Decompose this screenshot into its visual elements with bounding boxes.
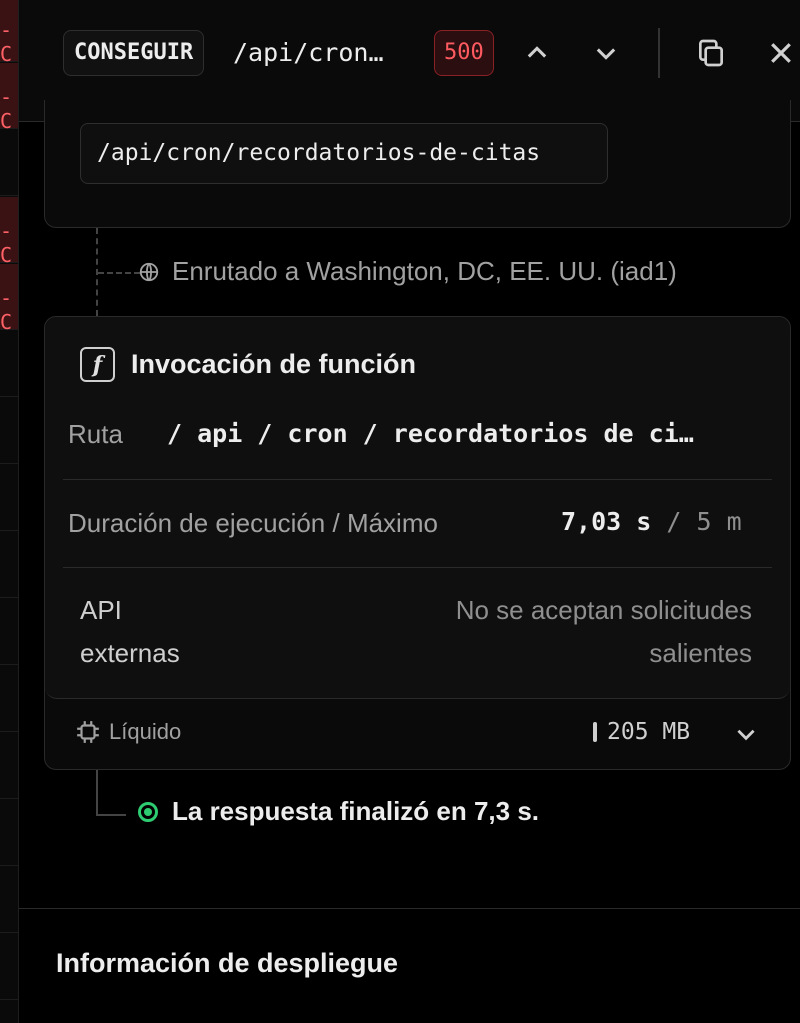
header-divider xyxy=(658,28,660,78)
previous-request-button[interactable] xyxy=(517,32,557,74)
request-list-row-text: -C xyxy=(0,85,13,133)
cpu-icon xyxy=(77,721,99,743)
request-list-row[interactable] xyxy=(0,331,18,397)
close-button[interactable] xyxy=(761,32,800,74)
success-dot-icon xyxy=(138,801,158,822)
duration-label: Duración de ejecución / Máximo xyxy=(68,508,438,538)
function-icon: f xyxy=(80,347,115,382)
request-list-row[interactable] xyxy=(0,800,18,866)
request-list-row[interactable]: -C xyxy=(0,264,18,334)
request-list-row[interactable]: -C xyxy=(0,197,18,267)
globe-icon xyxy=(139,262,159,281)
request-list-strip: -C -C -C -C xyxy=(0,0,19,1023)
request-list-row-text: -C xyxy=(0,18,13,66)
route-value: / api / cron / recordatorios de ci… xyxy=(167,419,694,448)
request-list-row[interactable] xyxy=(0,130,18,196)
function-title: f Invocación de función xyxy=(80,347,416,382)
external-apis-label: API externas xyxy=(80,595,180,668)
request-list-row[interactable] xyxy=(0,733,18,799)
runtime-row[interactable]: Líquido 205 MB xyxy=(45,699,790,769)
duration-actual: 7,03 s xyxy=(561,507,652,536)
method-badge: CONSEGUIR xyxy=(63,30,205,76)
expand-button[interactable] xyxy=(733,721,759,752)
routed-text: Enrutado a Washington, DC, EE. UU. (iad1… xyxy=(172,256,677,286)
full-path-box[interactable]: /api/cron/recordatorios-de-citas xyxy=(80,123,608,184)
routed-region: Enrutado a Washington, DC, EE. UU. (iad1… xyxy=(138,256,677,287)
request-path-title: /api/cron… xyxy=(233,38,384,67)
request-list-row[interactable]: -C xyxy=(0,0,18,66)
chevron-up-icon xyxy=(527,46,547,58)
function-title-text: Invocación de función xyxy=(131,349,417,379)
copy-icon xyxy=(699,39,723,67)
request-list-row[interactable] xyxy=(0,599,18,665)
response-status: La respuesta finalizó en 7,3 s. xyxy=(138,796,539,827)
function-invocation-card: f Invocación de función Ruta / api / cro… xyxy=(44,316,791,770)
chevron-down-icon xyxy=(737,729,755,741)
section-divider xyxy=(19,908,800,909)
copy-button[interactable] xyxy=(691,32,731,74)
request-detail-panel: CONSEGUIR /api/cron… 500 /api/cron/recor… xyxy=(19,0,800,1023)
request-list-row[interactable] xyxy=(0,398,18,464)
response-text: La respuesta finalizó en 7,3 s. xyxy=(172,796,540,826)
duration-separator: / xyxy=(666,507,682,536)
request-list-row[interactable]: -C xyxy=(0,63,18,133)
timeline-line xyxy=(96,770,98,816)
memory-value: 205 MB xyxy=(607,719,691,745)
timeline-branch xyxy=(96,814,126,816)
memory-usage: 205 MB xyxy=(593,719,690,745)
deployment-info-heading[interactable]: Información de despliegue xyxy=(56,948,398,979)
runtime-type: Líquido xyxy=(75,719,181,745)
external-apis-value: No se aceptan solicitudes salientes xyxy=(455,595,752,668)
status-code-badge: 500 xyxy=(434,30,494,76)
chevron-down-icon xyxy=(596,48,616,60)
duration-max: 5 m xyxy=(696,507,742,536)
timeline-branch xyxy=(98,272,140,274)
memory-warning-icon xyxy=(593,722,597,742)
request-list-row-text: -C xyxy=(0,286,13,334)
row-divider xyxy=(63,479,772,480)
next-request-button[interactable] xyxy=(586,32,626,74)
runtime-label: Líquido xyxy=(109,719,182,744)
request-list-row[interactable] xyxy=(0,867,18,933)
request-list-row-text: -C xyxy=(0,219,13,267)
request-list-row[interactable] xyxy=(0,934,18,1000)
request-list-row[interactable] xyxy=(0,666,18,732)
duration-value: 7,03 s / 5 m xyxy=(561,507,742,536)
function-details: f Invocación de función Ruta / api / cro… xyxy=(45,317,790,699)
row-divider xyxy=(63,567,772,568)
close-icon xyxy=(771,43,791,63)
route-label: Ruta xyxy=(68,419,123,449)
request-list-row[interactable] xyxy=(0,465,18,531)
request-list-row[interactable] xyxy=(0,532,18,598)
